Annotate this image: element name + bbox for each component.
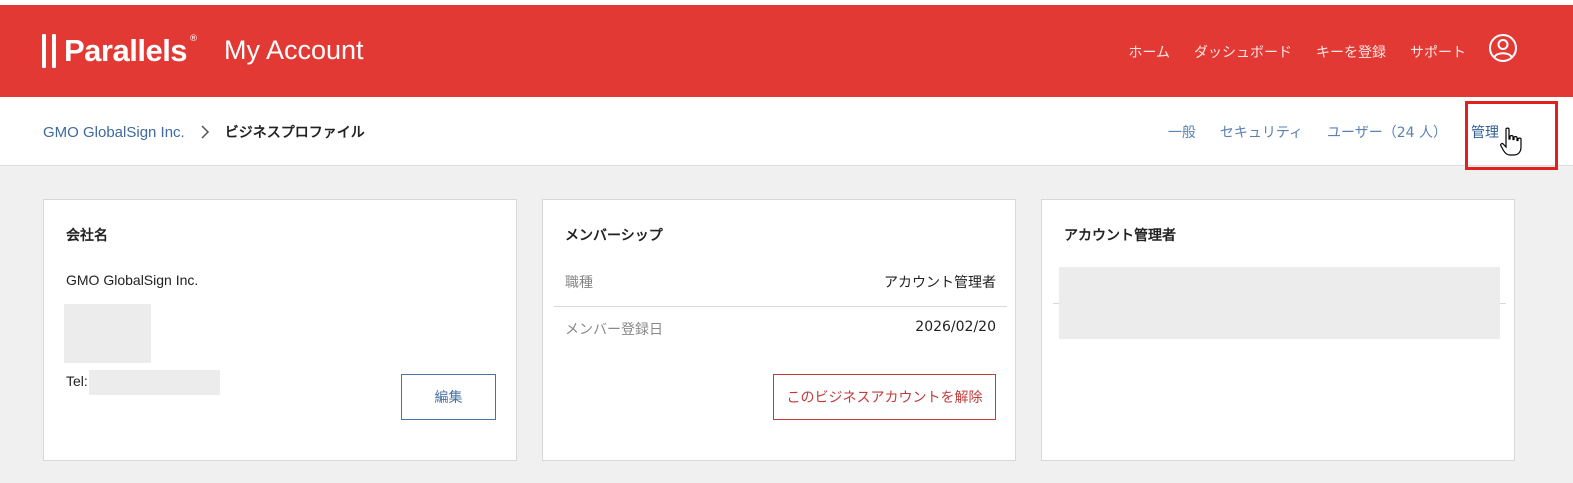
sub-header: GMO GlobalSign Inc. ビジネスプロファイル 一般 セキュリティ… (0, 97, 1573, 166)
tab-general[interactable]: 一般 (1168, 122, 1196, 142)
company-card-title: 会社名 (66, 228, 108, 244)
nav-home[interactable]: ホーム (1128, 42, 1170, 62)
membership-card-title: メンバーシップ (565, 228, 663, 244)
tab-security[interactable]: セキュリティ (1220, 122, 1303, 142)
nav-support[interactable]: サポート (1410, 42, 1466, 62)
tel-label: Tel: (66, 373, 88, 389)
account-admin-card-title: アカウント管理者 (1064, 228, 1176, 244)
app-title: My Account (224, 35, 364, 65)
profile-tabs: 一般 セキュリティ ユーザー（24 人） 管理 (1168, 122, 1499, 142)
edit-button[interactable]: 編集 (401, 374, 496, 420)
redacted-admin-info (1059, 267, 1500, 339)
account-admin-card: アカウント管理者 (1041, 199, 1515, 461)
company-card: 会社名 GMO GlobalSign Inc. Tel: 編集 (43, 199, 517, 461)
logo-bars-icon (42, 34, 56, 68)
breadcrumb-company-link[interactable]: GMO GlobalSign Inc. (43, 124, 185, 141)
redacted-address (64, 304, 151, 363)
parallels-logo[interactable]: Parallels ® (42, 31, 198, 71)
role-label: 職種 (565, 275, 593, 291)
joined-value: 2026/02/20 (915, 319, 996, 335)
registered-mark: ® (189, 34, 199, 44)
chevron-right-icon (201, 125, 209, 139)
role-value: アカウント管理者 (884, 275, 996, 291)
breadcrumb: GMO GlobalSign Inc. ビジネスプロファイル (43, 122, 365, 142)
nav-dashboard[interactable]: ダッシュボード (1194, 42, 1292, 62)
membership-row-role: 職種 アカウント管理者 (554, 260, 1007, 307)
joined-label: メンバー登録日 (565, 322, 663, 338)
user-circle-icon[interactable] (1488, 33, 1518, 63)
app-header: Parallels ® My Account ホーム ダッシュボード キーを登録… (0, 5, 1573, 97)
redacted-phone (89, 370, 220, 395)
membership-card: メンバーシップ 職種 アカウント管理者 メンバー登録日 2026/02/20 こ… (542, 199, 1016, 461)
nav-register-key[interactable]: キーを登録 (1316, 42, 1386, 62)
breadcrumb-current-page: ビジネスプロファイル (224, 125, 365, 141)
company-name: GMO GlobalSign Inc. (66, 272, 199, 288)
top-nav: ホーム ダッシュボード キーを登録 サポート (1128, 42, 1466, 62)
hand-cursor-icon (1500, 127, 1522, 156)
logo-wordmark: Parallels (64, 33, 188, 68)
membership-row-joined: メンバー登録日 2026/02/20 (554, 307, 1007, 353)
tab-users[interactable]: ユーザー（24 人） (1327, 122, 1447, 142)
leave-business-account-button[interactable]: このビジネスアカウントを解除 (773, 374, 996, 420)
